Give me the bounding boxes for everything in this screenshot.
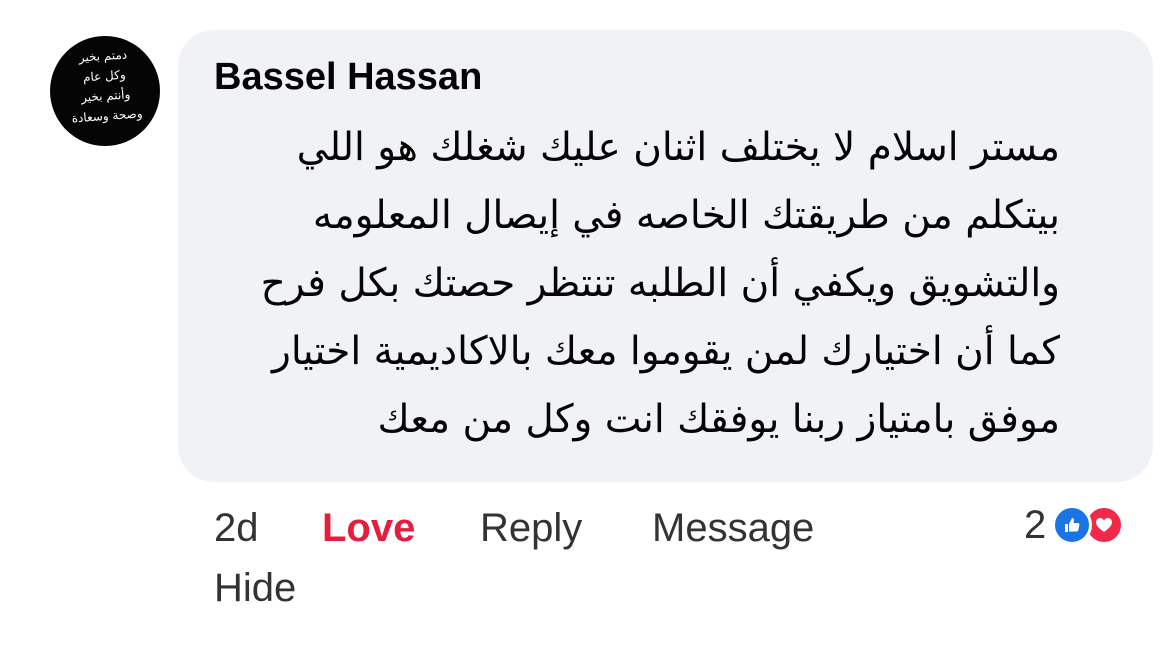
message-button[interactable]: Message <box>652 506 814 551</box>
reaction-summary[interactable]: 2 <box>1024 500 1125 550</box>
comment-actions: 2d Love Reply Message <box>214 498 814 558</box>
comment-line: كما أن اختيارك لمن يقوموا معك بالاكاديمي… <box>272 329 1060 374</box>
comment-line: والتشويق ويكفي أن الطلبه تنتظر حصتك بكل … <box>260 261 1060 306</box>
comment-timestamp[interactable]: 2d <box>214 506 322 551</box>
like-icon <box>1052 505 1093 545</box>
avatar[interactable]: دمتم بخير وكل عام وأنتم بخير وصحة وسعادة <box>50 36 160 146</box>
comment-line: بيتكلم من طريقتك الخاصه في إيصال المعلوم… <box>312 193 1060 238</box>
love-reaction-button[interactable]: Love <box>322 506 480 551</box>
comment-body: مستر اسلام لا يختلف اثنان عليك شغلك هو ا… <box>200 114 1060 454</box>
comment-thread: دمتم بخير وكل عام وأنتم بخير وصحة وسعادة… <box>0 0 1172 656</box>
avatar-image-text: دمتم بخير وكل عام وأنتم بخير وصحة وسعادة <box>71 47 143 126</box>
comment-line: موفق بامتياز ربنا يوفقك انت وكل من معك <box>377 397 1060 442</box>
reaction-count: 2 <box>1024 502 1047 547</box>
comment-author-name[interactable]: Bassel Hassan <box>214 56 482 99</box>
comment-line: مستر اسلام لا يختلف اثنان عليك شغلك هو ا… <box>296 125 1060 170</box>
hide-button[interactable]: Hide <box>214 566 296 611</box>
reply-button[interactable]: Reply <box>480 506 652 551</box>
